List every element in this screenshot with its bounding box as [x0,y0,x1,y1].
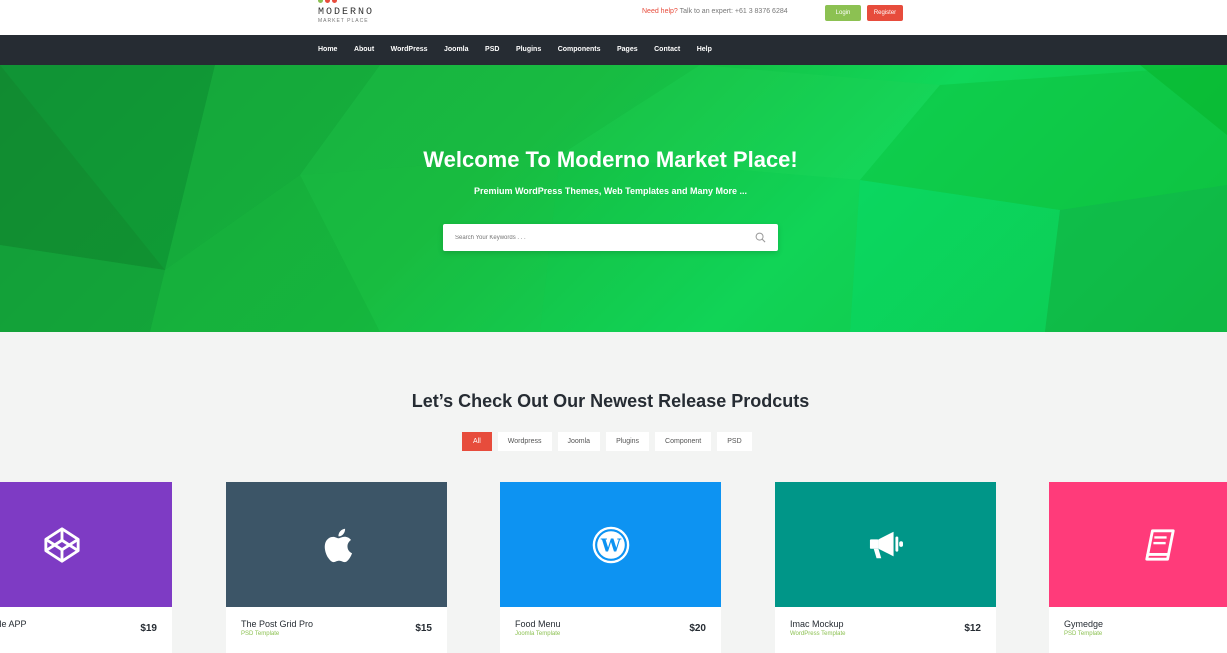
nav-item-contact[interactable]: Contact [654,35,680,65]
expert-phone: Talk to an expert: +61 3 8376 6284 [677,8,788,15]
product-type: PSD Template [241,631,280,637]
product-price: $19 [140,623,157,634]
product-type: Joomla Template [515,631,561,637]
main-nav: Home About WordPress Joomla PSD Plugins … [0,35,1227,65]
book-icon [1049,482,1227,607]
product-price: $15 [415,623,432,634]
filter-component[interactable]: Component [655,432,712,451]
logo-tagline: MARKET PLACE [318,18,369,24]
product-name[interactable]: ive Mobile APP [0,619,27,629]
hero-banner: Welcome To Moderno Market Place! Premium… [0,65,1227,332]
nav-item-home[interactable]: Home [318,35,337,65]
product-name[interactable]: Imac Mockup [790,619,844,629]
logo-dots [318,0,337,3]
product-card[interactable]: The Post Grid Pro PSD Template $15 [226,482,447,653]
nav-item-psd[interactable]: PSD [485,35,499,65]
filter-psd[interactable]: PSD [717,432,752,451]
nav-item-pages[interactable]: Pages [617,35,638,65]
logo-dot-green [318,0,323,3]
search-box [443,224,778,251]
login-button[interactable]: Login [825,5,861,21]
search-icon[interactable] [755,232,766,243]
nav-item-plugins[interactable]: Plugins [516,35,541,65]
product-card[interactable]: W Food Menu Joomla Template $20 [500,482,721,653]
filter-wordpress[interactable]: Wordpress [497,432,552,451]
product-card[interactable]: ive Mobile APP Template $19 [0,482,172,653]
filter-plugins[interactable]: Plugins [606,432,650,451]
product-name[interactable]: The Post Grid Pro [241,619,313,629]
codepen-icon [0,482,172,607]
nav-item-help[interactable]: Help [697,35,712,65]
wordpress-icon: W [500,482,721,607]
hero-title: Welcome To Moderno Market Place! [423,147,798,172]
product-type: PSD Template [1064,631,1103,637]
nav-item-joomla[interactable]: Joomla [444,35,469,65]
hero-subtitle: Premium WordPress Themes, Web Templates … [473,186,748,196]
site-logo[interactable]: MODERNO MARKET PLACE [318,0,408,28]
product-card[interactable]: Gymedge PSD Template [1049,482,1227,653]
search-input[interactable] [455,224,745,251]
register-button[interactable]: Register [867,5,903,21]
filter-joomla[interactable]: Joomla [557,432,601,451]
product-type: WordPress Template [790,631,846,637]
nav-item-wordpress[interactable]: WordPress [391,35,428,65]
product-price: $12 [964,623,981,634]
svg-text:W: W [599,535,621,556]
product-name[interactable]: Gymedge [1064,619,1103,629]
product-filters: All Wordpress Joomla Plugins Component P… [462,432,752,451]
need-help-label[interactable]: Need help? [642,8,678,15]
product-name[interactable]: Food Menu [515,619,561,629]
section-title: Let’s Check Out Our Newest Release Prodc… [411,391,810,411]
nav-item-about[interactable]: About [354,35,374,65]
logo-dot-red [325,0,330,3]
nav-item-components[interactable]: Components [558,35,601,65]
product-card[interactable]: Imac Mockup WordPress Template $12 [775,482,996,653]
apple-icon [226,482,447,607]
logo-name: MODERNO [318,7,375,18]
hero-polygon-background [0,65,1227,332]
top-bar: MODERNO MARKET PLACE Need help? Talk to … [0,0,1227,35]
logo-dot-red [332,0,337,3]
help-text: Need help? Talk to an expert: +61 3 8376… [642,8,788,15]
product-price: $20 [689,623,706,634]
filter-all[interactable]: All [462,432,492,451]
nav-items: Home About WordPress Joomla PSD Plugins … [318,35,728,65]
megaphone-icon [775,482,996,607]
